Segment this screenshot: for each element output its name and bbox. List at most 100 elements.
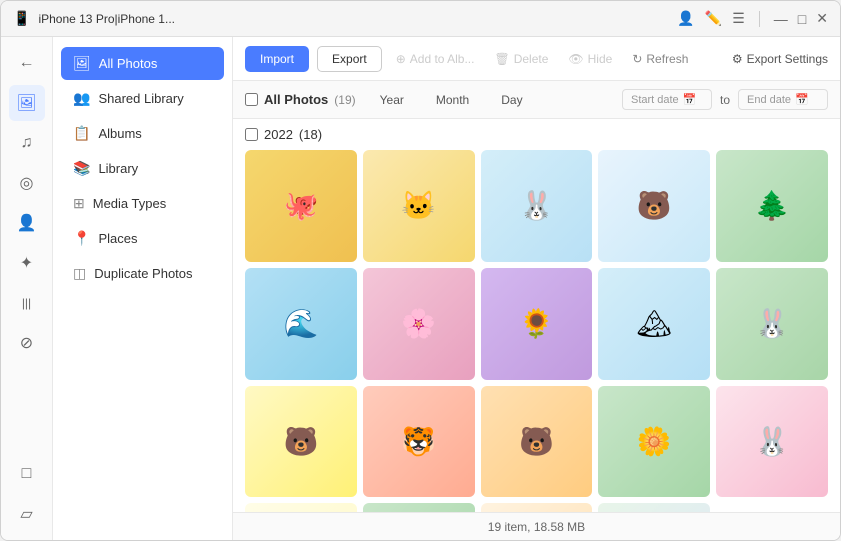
nav-photos-icon[interactable]: 🖼 bbox=[9, 85, 45, 121]
photo-thumb[interactable]: 🌊 bbox=[245, 268, 357, 380]
photo-thumb[interactable]: 🐰 bbox=[481, 150, 593, 262]
export-settings-button[interactable]: ⚙ Export Settings bbox=[732, 52, 828, 66]
photo-thumb[interactable]: 🌸 bbox=[363, 268, 475, 380]
places-label: Places bbox=[98, 231, 137, 246]
date-to-label: to bbox=[720, 93, 730, 107]
photo-thumb[interactable]: 🌴 bbox=[245, 503, 357, 512]
delete-icon: 🗑 bbox=[494, 52, 509, 66]
nav-sidebar: 🖼 All Photos 👥 Shared Library 📋 Albums 📚… bbox=[53, 37, 233, 540]
status-text: 19 item, 18.58 MB bbox=[488, 520, 585, 534]
albums-icon: 📋 bbox=[73, 125, 90, 142]
app-window: 📱 iPhone 13 Pro|iPhone 1... 👤 ✏️ ☰ — □ ✕… bbox=[0, 0, 841, 541]
nav-device-icon[interactable]: □ bbox=[9, 456, 45, 492]
photo-thumb[interactable]: 🐰 bbox=[716, 386, 828, 498]
refresh-action[interactable]: ↻ Refresh bbox=[626, 52, 694, 66]
sidebar-item-shared-library[interactable]: 👥 Shared Library bbox=[61, 82, 224, 115]
year-label: 2022 bbox=[264, 127, 293, 142]
content-area: Import Export ⊕ Add to Alb... 🗑 Delete 👁… bbox=[233, 37, 840, 540]
delete-action[interactable]: 🗑 Delete bbox=[488, 52, 554, 66]
sidebar-item-all-photos[interactable]: 🖼 All Photos bbox=[61, 47, 224, 80]
hide-label: Hide bbox=[588, 52, 613, 66]
end-date-label: End date bbox=[747, 94, 791, 106]
nav-tag-icon[interactable]: ⊘ bbox=[9, 325, 45, 361]
menu-icon[interactable]: ☰ bbox=[732, 10, 745, 27]
nav-podcast-icon[interactable]: ◎ bbox=[9, 165, 45, 201]
sidebar-item-duplicate-photos[interactable]: ◫ Duplicate Photos bbox=[61, 257, 224, 290]
sidebar-item-media-types[interactable]: ⊞ Media Types bbox=[61, 187, 224, 220]
all-photos-filter: All Photos (19) bbox=[245, 92, 356, 107]
photo-thumb[interactable]: 🐻 bbox=[598, 150, 710, 262]
filter-bar: All Photos (19) Year Month Day Start dat… bbox=[233, 81, 840, 119]
month-view-button[interactable]: Month bbox=[428, 90, 477, 110]
export-settings-icon: ⚙ bbox=[732, 52, 743, 66]
sidebar-item-places[interactable]: 📍 Places bbox=[61, 222, 224, 255]
shared-library-icon: 👥 bbox=[73, 90, 90, 107]
export-settings-label: Export Settings bbox=[747, 52, 828, 66]
refresh-icon: ↻ bbox=[632, 52, 642, 66]
media-types-icon: ⊞ bbox=[73, 195, 85, 212]
photo-thumb[interactable]: 🐙 bbox=[245, 150, 357, 262]
day-view-button[interactable]: Day bbox=[493, 90, 530, 110]
icon-sidebar: ← 🖼 ♫ ◎ 👤 ✦ ||| ⊘ □ ▱ bbox=[1, 37, 53, 540]
start-date-input[interactable]: Start date 📅 bbox=[622, 89, 712, 110]
nav-contact-icon[interactable]: 👤 bbox=[9, 205, 45, 241]
close-button[interactable]: ✕ bbox=[816, 10, 828, 27]
year-view-button[interactable]: Year bbox=[372, 90, 412, 110]
maximize-button[interactable]: □ bbox=[798, 11, 806, 27]
photo-grid: 🐙 🐱 🐰 🐻 🌲 🌊 🌸 🌻 🏔 🐰 🐻 🐯 🐻 🌼 🐰 🌴 bbox=[245, 150, 828, 512]
photo-thumb[interactable]: 🌲 bbox=[716, 150, 828, 262]
photo-container[interactable]: 2022 (18) 🐙 🐱 🐰 🐻 🌲 🌊 🌸 🌻 🏔 🐰 🐻 🐯 bbox=[233, 119, 840, 512]
year-checkbox[interactable] bbox=[245, 128, 258, 141]
photo-thumb[interactable]: 🏔 bbox=[598, 268, 710, 380]
photo-thumb[interactable]: 🌻 bbox=[481, 268, 593, 380]
add-icon: ⊕ bbox=[396, 52, 406, 66]
window-title: iPhone 13 Pro|iPhone 1... bbox=[38, 12, 669, 26]
sidebar-item-library[interactable]: 📚 Library bbox=[61, 152, 224, 185]
nav-folder-icon[interactable]: ▱ bbox=[9, 496, 45, 532]
duplicate-photos-label: Duplicate Photos bbox=[94, 266, 192, 281]
duplicate-icon: ◫ bbox=[73, 265, 86, 282]
nav-music-icon[interactable]: ♫ bbox=[9, 125, 45, 161]
photo-thumb[interactable]: 🐻 bbox=[245, 386, 357, 498]
calendar-icon: 📅 bbox=[683, 93, 697, 106]
nav-back-icon[interactable]: ← bbox=[9, 45, 45, 81]
start-date-label: Start date bbox=[631, 94, 679, 106]
main-layout: ← 🖼 ♫ ◎ 👤 ✦ ||| ⊘ □ ▱ 🖼 All Photos 👥 Sha… bbox=[1, 37, 840, 540]
photo-thumb[interactable]: 🐰 bbox=[598, 503, 710, 512]
nav-apps-icon[interactable]: ✦ bbox=[9, 245, 45, 281]
import-button[interactable]: Import bbox=[245, 46, 309, 72]
nav-books-icon[interactable]: ||| bbox=[9, 285, 45, 321]
media-types-label: Media Types bbox=[93, 196, 166, 211]
year-header: 2022 (18) bbox=[245, 127, 828, 142]
sidebar-item-albums[interactable]: 📋 Albums bbox=[61, 117, 224, 150]
library-label: Library bbox=[98, 161, 138, 176]
end-date-input[interactable]: End date 📅 bbox=[738, 89, 828, 110]
minimize-button[interactable]: — bbox=[774, 11, 788, 27]
albums-label: Albums bbox=[98, 126, 141, 141]
hide-action[interactable]: 👁 Hide bbox=[562, 52, 618, 66]
photo-thumb[interactable]: 🐱 bbox=[363, 150, 475, 262]
photo-thumb[interactable]: 🐻 bbox=[481, 386, 593, 498]
refresh-label: Refresh bbox=[646, 52, 688, 66]
all-photos-icon: 🖼 bbox=[73, 55, 91, 72]
delete-label: Delete bbox=[514, 52, 549, 66]
edit-icon[interactable]: ✏️ bbox=[705, 10, 722, 27]
export-button[interactable]: Export bbox=[317, 46, 382, 72]
photo-thumb[interactable]: 🐱 bbox=[481, 503, 593, 512]
device-icon: 📱 bbox=[13, 10, 30, 27]
all-photos-checkbox[interactable] bbox=[245, 93, 258, 106]
add-to-album-action[interactable]: ⊕ Add to Alb... bbox=[390, 52, 481, 66]
add-to-album-label: Add to Alb... bbox=[410, 52, 475, 66]
shared-library-label: Shared Library bbox=[98, 91, 183, 106]
all-photos-filter-label: All Photos bbox=[264, 92, 328, 107]
date-filter: Start date 📅 to End date 📅 bbox=[622, 89, 828, 110]
photo-thumb[interactable]: 🐻 bbox=[363, 503, 475, 512]
all-photos-label: All Photos bbox=[99, 56, 158, 71]
photo-thumb[interactable]: 🌼 bbox=[598, 386, 710, 498]
photo-thumb[interactable]: 🐯 bbox=[363, 386, 475, 498]
user-icon[interactable]: 👤 bbox=[677, 10, 694, 27]
toolbar: Import Export ⊕ Add to Alb... 🗑 Delete 👁… bbox=[233, 37, 840, 81]
photo-thumb[interactable]: 🐰 bbox=[716, 268, 828, 380]
status-bar: 19 item, 18.58 MB bbox=[233, 512, 840, 540]
places-icon: 📍 bbox=[73, 230, 90, 247]
